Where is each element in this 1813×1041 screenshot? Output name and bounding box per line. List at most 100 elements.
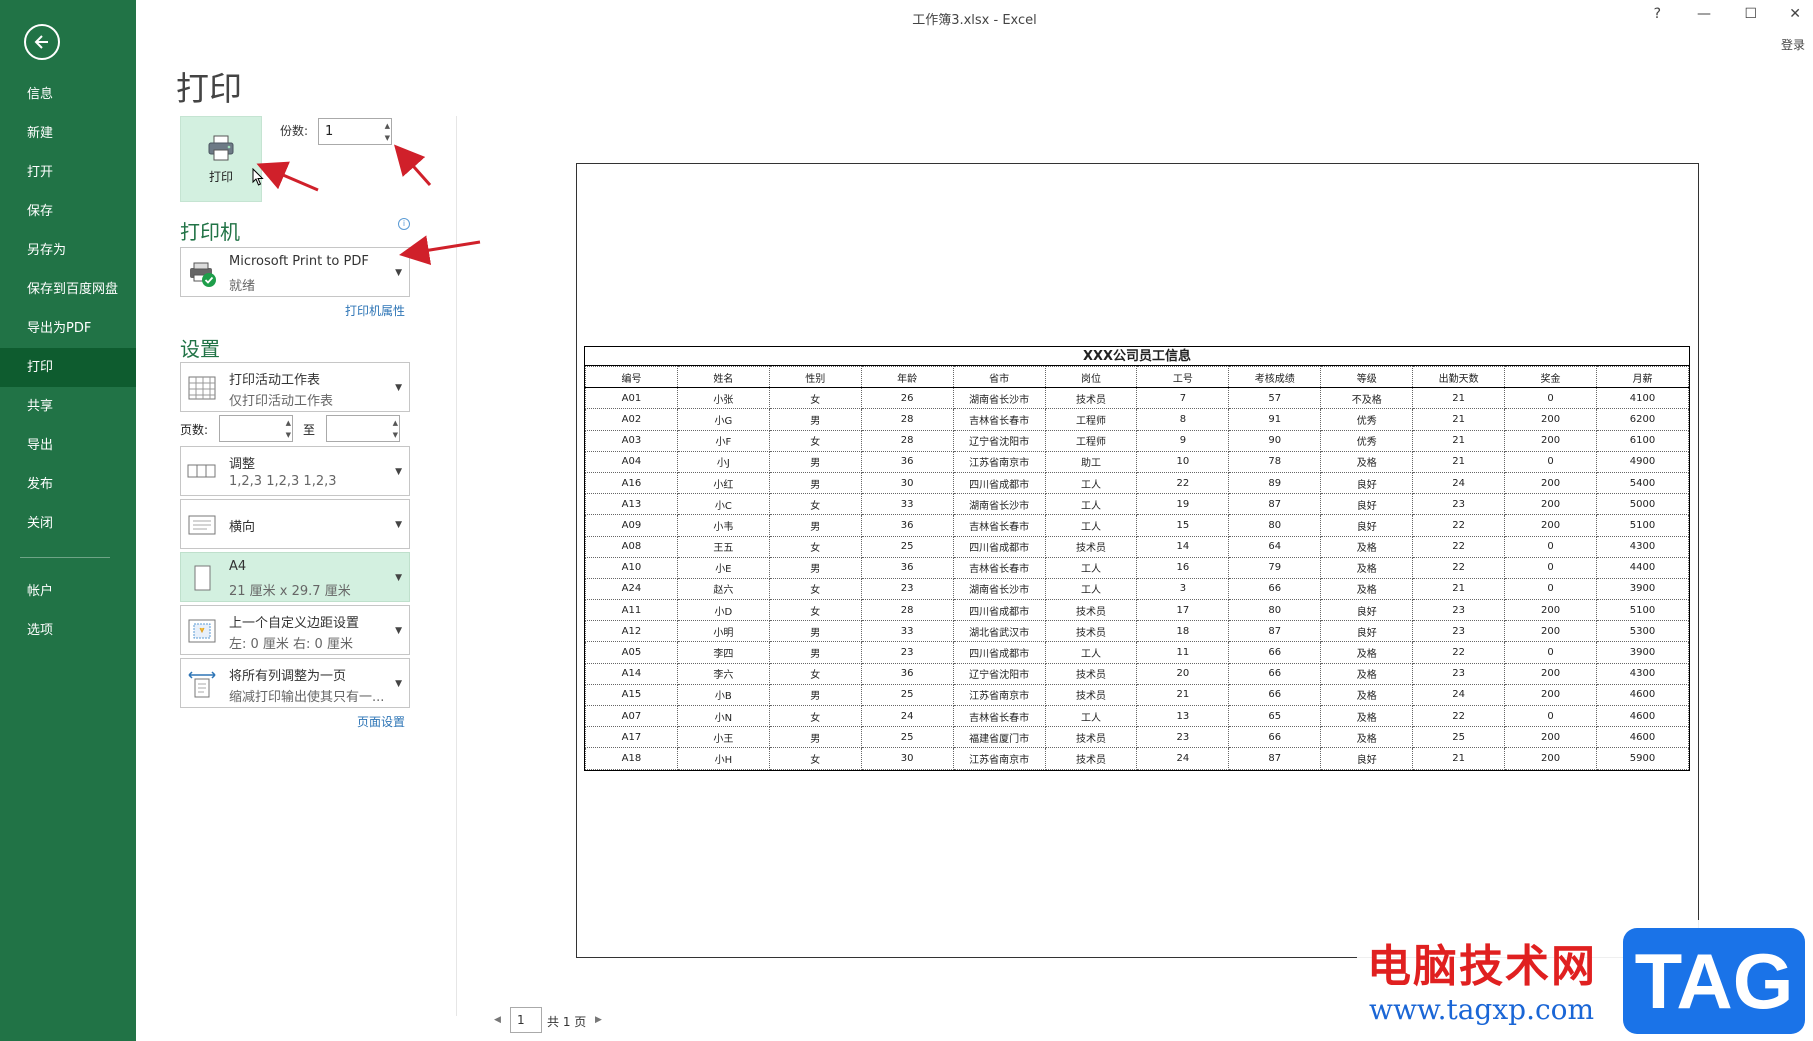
table-cell: 优秀: [1320, 408, 1414, 431]
pages-label: 页数:: [180, 423, 209, 437]
printer-name: Microsoft Print to PDF: [229, 254, 369, 269]
sidebar-item[interactable]: 帐户: [0, 572, 136, 611]
spin-down-icon[interactable]: ▼: [385, 134, 390, 142]
printer-dropdown[interactable]: Microsoft Print to PDF 就绪 ▼: [180, 247, 410, 297]
table-cell: 四川省成都市: [952, 641, 1046, 664]
sidebar-item[interactable]: 选项: [0, 611, 136, 650]
table-cell: 22: [1412, 704, 1506, 728]
paper-size-dropdown[interactable]: A4 21 厘米 x 29.7 厘米 ▼: [180, 552, 410, 602]
table-cell: A09: [585, 514, 678, 537]
sidebar-item[interactable]: 导出为PDF: [0, 309, 136, 348]
table-cell: 工程师: [1044, 408, 1138, 431]
next-page-icon[interactable]: ▶: [595, 1015, 602, 1025]
table-cell: 男: [768, 450, 862, 473]
watermark: 电脑技术网 www.tagxp.com TAG: [1357, 920, 1813, 1041]
spin-down-icon[interactable]: ▼: [286, 431, 291, 439]
table-cell: 及格: [1320, 450, 1414, 473]
sidebar-item[interactable]: 发布: [0, 465, 136, 504]
table-cell: 200: [1504, 662, 1597, 685]
table-cell: 良好: [1320, 620, 1414, 643]
chevron-down-icon: ▼: [395, 520, 402, 530]
table-cell: 200: [1504, 429, 1597, 452]
orientation-label: 横向: [229, 520, 256, 535]
margins-dropdown[interactable]: 上一个自定义边距设置 左: 0 厘米 右: 0 厘米 ▼: [180, 605, 410, 655]
table-cell: 良好: [1320, 747, 1414, 770]
table-row: A09 小韦男 36 吉林省长春市 工人 15 80 良好 22 200 5100: [585, 514, 1690, 537]
printer-properties-link[interactable]: 打印机属性: [345, 302, 405, 319]
paper-icon: [194, 565, 211, 591]
margins-desc: 左: 0 厘米 右: 0 厘米: [229, 637, 353, 652]
sidebar-item[interactable]: 打开: [0, 153, 136, 192]
sidebar-item[interactable]: 打印: [0, 348, 136, 387]
table-cell: 良好: [1320, 514, 1414, 537]
sidebar-item[interactable]: 信息: [0, 75, 136, 114]
help-button[interactable]: ?: [1654, 6, 1661, 22]
pages-to-input[interactable]: ▲ ▼: [326, 415, 400, 442]
table-cell: 小H: [676, 747, 770, 770]
spin-up-icon[interactable]: ▲: [385, 122, 390, 130]
prev-page-icon[interactable]: ◀: [494, 1015, 501, 1025]
collate-dropdown[interactable]: 调整 1,2,3 1,2,3 1,2,3 ▼: [180, 446, 410, 496]
sidebar-nav: 信息 新建 打开 保存 另存为 保存到百度网盘 导出为PDF 打印 共享 导出 发布 关闭帐户 选项: [0, 75, 136, 650]
minimize-button[interactable]: —: [1697, 6, 1711, 22]
table-cell: 吉林省长春市: [952, 704, 1046, 728]
print-scope-dropdown[interactable]: 打印活动工作表 仅打印活动工作表 ▼: [180, 362, 410, 412]
table-cell: 女: [768, 429, 862, 452]
sidebar-item[interactable]: 关闭: [0, 504, 136, 543]
table-cell: 23: [860, 641, 954, 664]
table-cell: 工人: [1044, 577, 1138, 601]
table-cell: 36: [860, 450, 954, 473]
page-setup-link[interactable]: 页面设置: [357, 713, 405, 730]
sidebar-item[interactable]: 新建: [0, 114, 136, 153]
table-row: A24 赵六女 23 湖南省长沙市 工人 3 66 及格 21 0 3900: [585, 577, 1690, 601]
table-cell: 技术员: [1044, 662, 1138, 685]
table-cell: 78: [1228, 450, 1322, 473]
table-cell: 21: [1412, 577, 1506, 601]
scaling-dropdown[interactable]: 将所有列调整为一页 缩减打印输出使其只有一... ▼: [180, 658, 410, 708]
spin-up-icon[interactable]: ▲: [286, 419, 291, 427]
table-cell: 17: [1136, 599, 1230, 622]
table-cell: 30: [860, 471, 954, 495]
table-cell: 0: [1504, 387, 1597, 410]
table-cell: 技术员: [1044, 726, 1138, 749]
sidebar-item[interactable]: 保存到百度网盘: [0, 270, 136, 309]
orientation-dropdown[interactable]: 横向 ▼: [180, 499, 410, 549]
column-header: 年龄: [860, 365, 954, 389]
table-row: A01 小张女 26 湖南省长沙市 技术员 7 57 不及格 21 0 4100: [585, 387, 1690, 410]
copies-stepper[interactable]: 1 ▲ ▼: [318, 118, 392, 145]
table-cell: 小E: [676, 556, 770, 579]
table-cell: A02: [585, 408, 678, 431]
table-cell: 28: [860, 429, 954, 452]
table-cell: 工人: [1044, 556, 1138, 579]
table-cell: 江苏省南京市: [952, 747, 1046, 770]
login-link[interactable]: 登录: [1781, 36, 1805, 53]
collate-icon: [187, 464, 216, 478]
pages-from-input[interactable]: ▲ ▼: [219, 415, 293, 442]
sidebar-item[interactable]: 导出: [0, 426, 136, 465]
table-cell: 24: [1412, 683, 1506, 707]
back-arrow-icon[interactable]: [24, 24, 60, 60]
table-cell: 技术员: [1044, 620, 1138, 643]
collate-desc: 1,2,3 1,2,3 1,2,3: [229, 474, 337, 489]
table-cell: 3900: [1595, 577, 1690, 601]
sidebar-item[interactable]: 共享: [0, 387, 136, 426]
paper-desc: 21 厘米 x 29.7 厘米: [229, 584, 351, 599]
table-row: A05 李四男 23 四川省成都市 工人 11 66 及格 22 0 3900: [585, 641, 1690, 664]
table-row: A11 小D 女 28 四川省成都市 技术员 17 80 良好 23 200 5100: [585, 599, 1690, 622]
spin-down-icon[interactable]: ▼: [393, 431, 398, 439]
table-cell: 21: [1412, 429, 1506, 452]
sidebar-item[interactable]: 保存: [0, 192, 136, 231]
maximize-button[interactable]: ☐: [1744, 6, 1757, 22]
column-header: 月薪: [1595, 365, 1690, 389]
table-header-row: 编号 姓名 性别 年龄 省市 岗位 工号 考核成绩 等级 出勤天数 奖金 月薪: [585, 365, 1690, 389]
table-cell: 及格: [1320, 577, 1414, 601]
current-page-input[interactable]: 1: [510, 1007, 542, 1033]
print-button[interactable]: 打印: [180, 116, 262, 202]
sidebar-item[interactable]: 另存为: [0, 231, 136, 270]
table-cell: 男: [768, 726, 862, 749]
table-cell: A05: [585, 641, 678, 664]
close-button[interactable]: ✕: [1789, 6, 1801, 22]
spin-up-icon[interactable]: ▲: [393, 419, 398, 427]
fit-columns-icon: [188, 671, 216, 698]
info-icon[interactable]: i: [398, 218, 410, 230]
